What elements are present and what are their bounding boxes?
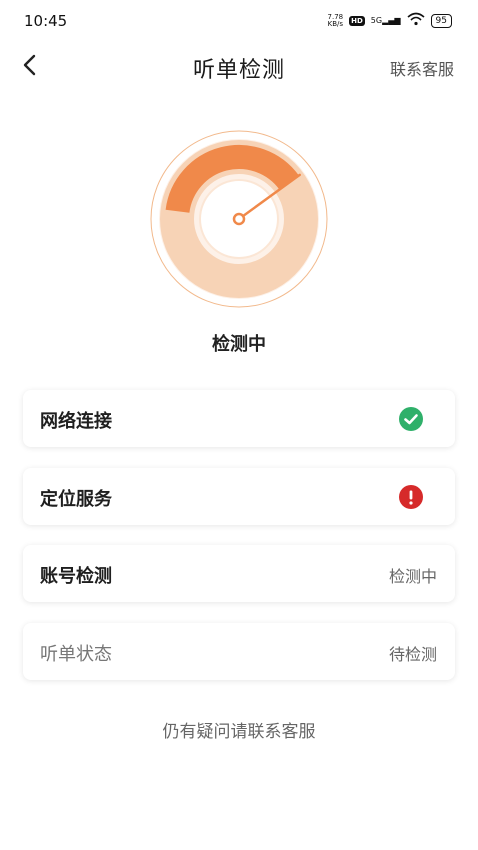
contact-support-link[interactable]: 联系客服 [390,56,454,80]
footer-help-link[interactable]: 仍有疑问请联系客服 [0,717,478,742]
status-bar: 10:45 7.78 KB/s HD 5G▂▄▆ 95 [0,0,478,44]
check-item-account: 账号检测 检测中 [23,545,455,602]
gauge-pivot [232,212,246,226]
chevron-left-icon [23,54,36,76]
detection-gauge [150,130,328,308]
status-icons: 7.78 KB/s HD 5G▂▄▆ 95 [328,12,452,29]
nav-bar: 听单检测 联系客服 [0,44,478,88]
wifi-icon [407,12,425,29]
check-icon [399,407,423,431]
check-label: 定位服务 [40,489,112,510]
check-item-network: 网络连接 [23,390,455,447]
net-speed: 7.78 KB/s [327,12,344,28]
status-time: 10:45 [24,12,68,30]
signal-5g-icon: 5G▂▄▆ [370,16,401,25]
check-label: 账号检测 [40,566,112,587]
hd-badge: HD [349,15,365,26]
back-button[interactable] [16,50,44,80]
battery-icon: 95 [430,13,452,28]
check-value: 待检测 [388,645,437,664]
check-item-location[interactable]: 定位服务 [23,468,455,525]
exclamation-icon [399,485,423,509]
check-value: 检测中 [388,567,437,586]
check-item-order-status: 听单状态 待检测 [23,623,455,680]
check-label: 听单状态 [40,644,112,665]
detection-status-text: 检测中 [212,334,266,355]
check-label: 网络连接 [40,411,112,432]
